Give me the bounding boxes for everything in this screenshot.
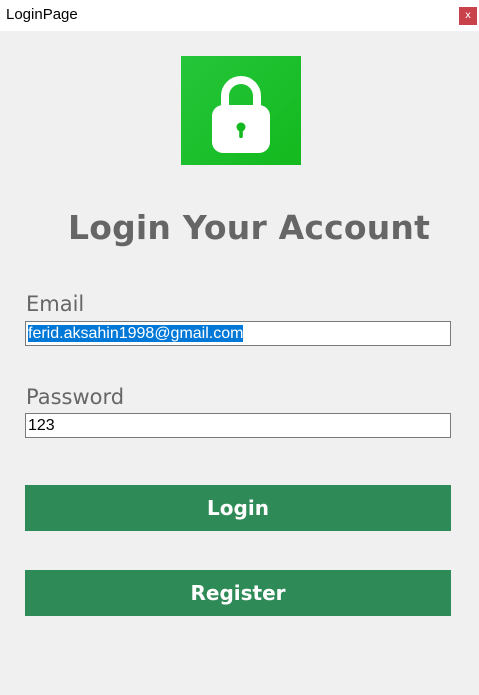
login-window: LoginPage x Login Your Account Email fer… <box>0 0 479 695</box>
window-title: LoginPage <box>6 6 78 23</box>
email-selected-text: ferid.aksahin1998@gmail.com <box>28 325 244 342</box>
padlock-icon <box>212 76 270 153</box>
password-input[interactable]: 123 <box>25 413 451 438</box>
login-button[interactable]: Login <box>25 485 451 531</box>
email-label: Email <box>26 292 85 316</box>
title-bar: LoginPage x <box>0 0 479 31</box>
password-label: Password <box>26 385 125 409</box>
close-button[interactable]: x <box>459 7 477 25</box>
email-input[interactable]: ferid.aksahin1998@gmail.com <box>25 321 451 346</box>
register-button[interactable]: Register <box>25 570 451 616</box>
page-heading: Login Your Account <box>68 208 431 247</box>
padlock-logo <box>181 56 301 165</box>
